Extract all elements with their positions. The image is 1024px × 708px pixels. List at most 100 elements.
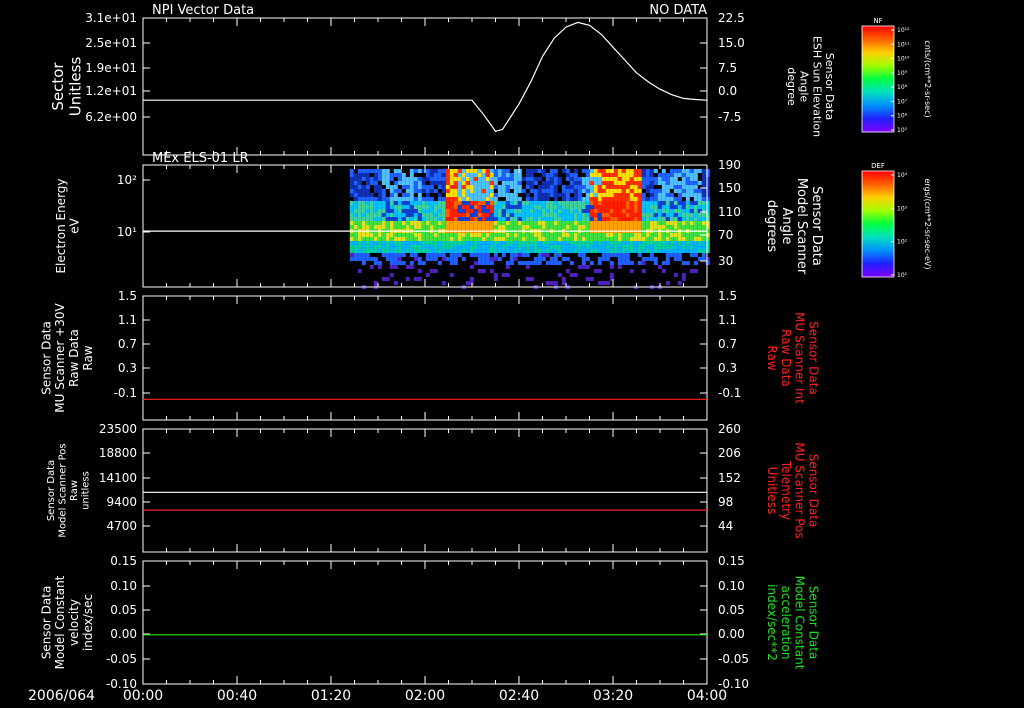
- spectrogram-cell: [477, 205, 482, 209]
- spectrogram-cell: [361, 241, 366, 245]
- spectrogram-cell: [469, 213, 474, 217]
- spectrogram-cell: [661, 177, 666, 181]
- spectrogram-cell: [489, 213, 494, 217]
- spectrogram-cell: [533, 201, 538, 205]
- spectrogram-cell: [581, 237, 586, 241]
- spectrogram-cell: [545, 253, 550, 257]
- spectrogram-cell: [441, 221, 446, 225]
- spectrogram-cell: [677, 189, 682, 193]
- spectrogram-cell: [485, 213, 490, 217]
- right-tick-label: 260: [718, 422, 741, 436]
- spectrogram-cell: [353, 193, 358, 197]
- spectrogram-cell: [377, 197, 382, 201]
- spectrogram-cell: [665, 205, 670, 209]
- spectrogram-cell: [581, 205, 586, 209]
- spectrogram-cell: [465, 245, 470, 249]
- spectrogram-cell: [629, 213, 634, 217]
- spectrogram-cell: [513, 209, 518, 213]
- spectrogram-cell: [649, 225, 654, 229]
- spectrogram-cell: [705, 225, 710, 229]
- spectrogram-cell: [413, 277, 418, 281]
- spectrogram-cell: [369, 245, 374, 249]
- spectrogram-cell: [449, 233, 454, 237]
- spectrogram-cell: [469, 253, 474, 257]
- spectrogram-cell: [449, 197, 454, 201]
- spectrogram-cell: [493, 217, 498, 221]
- spectrogram-cell: [397, 201, 402, 205]
- spectrogram-cell: [461, 181, 466, 185]
- spectrogram-cell: [525, 213, 530, 217]
- spectrogram-cell: [693, 209, 698, 213]
- spectrogram-cell: [645, 221, 650, 225]
- spectrogram-cell: [501, 273, 506, 277]
- spectrogram-cell: [361, 237, 366, 241]
- spectrogram-cell: [585, 181, 590, 185]
- spectrogram-cell: [381, 233, 386, 237]
- spectrogram-cell: [457, 237, 462, 241]
- spectrogram-cell: [461, 205, 466, 209]
- spectrogram-cell: [501, 245, 506, 249]
- spectrogram-cell: [565, 249, 570, 253]
- plot-title: NPI Vector Data: [152, 3, 254, 18]
- spectrogram-cell: [481, 257, 486, 261]
- spectrogram-cell: [681, 205, 686, 209]
- spectrogram-cell: [377, 177, 382, 181]
- spectrogram-cell: [413, 237, 418, 241]
- spectrogram-cell: [509, 193, 514, 197]
- spectrogram-cell: [637, 173, 642, 177]
- spectrogram-cell: [673, 209, 678, 213]
- spectrogram-cell: [445, 177, 450, 181]
- spectrogram-cell: [349, 217, 354, 221]
- left-axis-label: Raw: [81, 345, 95, 370]
- right-tick-label: 70: [718, 228, 733, 242]
- spectrogram-cell: [525, 193, 530, 197]
- spectrogram-cell: [621, 249, 626, 253]
- spectrogram-cell: [357, 205, 362, 209]
- spectrogram-cell: [489, 201, 494, 205]
- spectrogram-cell: [629, 245, 634, 249]
- spectrogram-cell: [417, 221, 422, 225]
- spectrogram-cell: [653, 201, 658, 205]
- spectrogram-cell: [429, 241, 434, 245]
- spectrogram-cell: [429, 257, 434, 261]
- spectrogram-cell: [661, 221, 666, 225]
- spectrogram-cell: [585, 169, 590, 173]
- spectrogram-cell: [673, 201, 678, 205]
- spectrogram-cell: [689, 173, 694, 177]
- spectrogram-cell: [677, 245, 682, 249]
- spectrogram-cell: [537, 245, 542, 249]
- spectrogram-cell: [653, 233, 658, 237]
- spectrogram-cell: [509, 221, 514, 225]
- spectrogram-cell: [577, 249, 582, 253]
- spectrogram-cell: [441, 189, 446, 193]
- spectrogram-cell: [569, 209, 574, 213]
- spectrogram-cell: [349, 209, 354, 213]
- spectrogram-cell: [673, 245, 678, 249]
- spectrogram-cell: [629, 233, 634, 237]
- spectrogram-cell: [373, 241, 378, 245]
- spectrogram-cell: [425, 169, 430, 173]
- spectrogram-cell: [365, 233, 370, 237]
- spectrogram-cell: [645, 177, 650, 181]
- spectrogram-cell: [457, 217, 462, 221]
- spectrogram-cell: [505, 273, 510, 277]
- spectrogram-cell: [649, 245, 654, 249]
- spectrogram-cell: [597, 257, 602, 261]
- spectrogram-cell: [661, 189, 666, 193]
- spectrogram-cell: [365, 241, 370, 245]
- spectrogram-cell: [473, 261, 478, 265]
- spectrogram-cell: [417, 233, 422, 237]
- spectrogram-cell: [469, 201, 474, 205]
- spectrogram-cell: [509, 249, 514, 253]
- spectrogram-cell: [497, 209, 502, 213]
- spectrogram-cell: [589, 185, 594, 189]
- spectrogram-cell: [385, 221, 390, 225]
- spectrogram-cell: [649, 201, 654, 205]
- spectrogram-cell: [449, 193, 454, 197]
- spectrogram-cell: [593, 245, 598, 249]
- spectrogram-cell: [373, 185, 378, 189]
- spectrogram-cell: [481, 177, 486, 181]
- spectrogram-cell: [573, 197, 578, 201]
- right-tick-label: 190: [718, 158, 741, 172]
- spectrogram-cell: [449, 173, 454, 177]
